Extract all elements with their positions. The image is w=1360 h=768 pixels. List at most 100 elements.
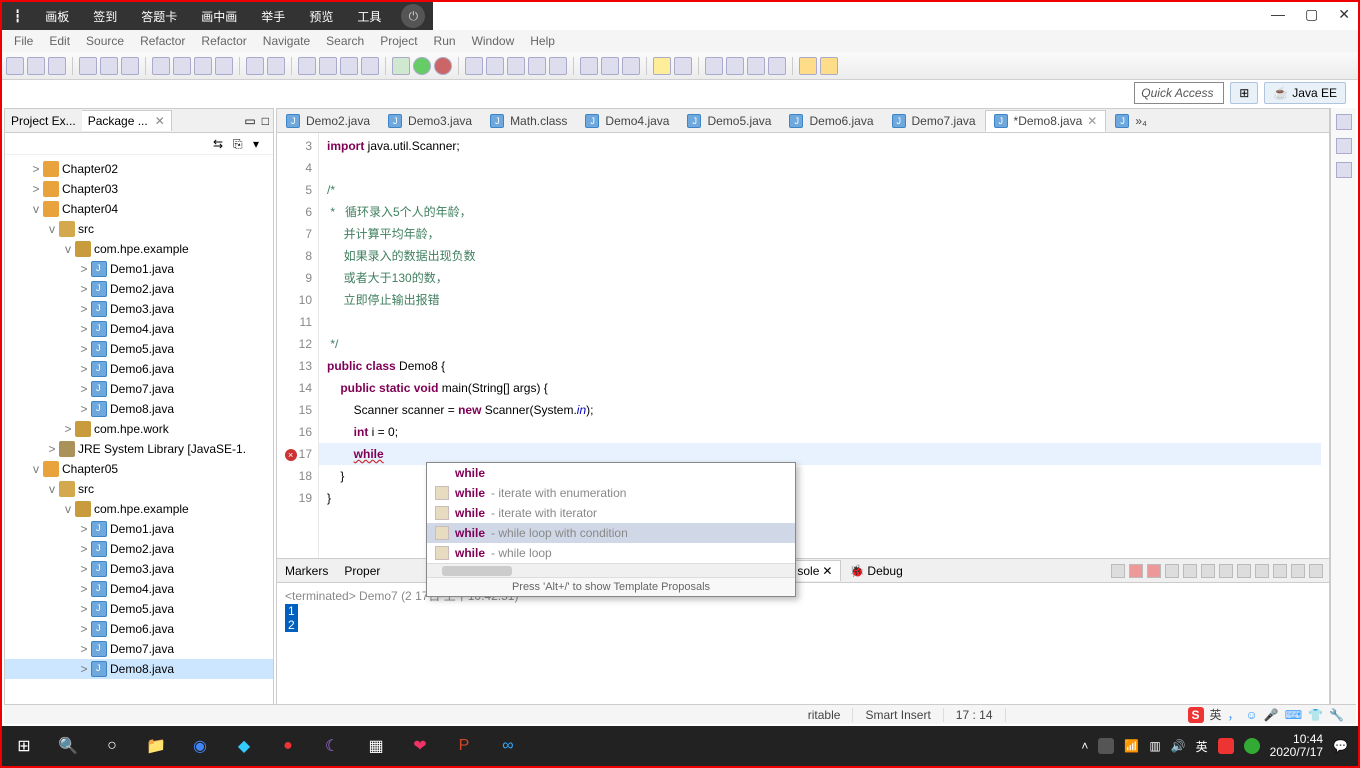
overlay-preview[interactable]: 预览: [297, 8, 345, 25]
toolbar-icon[interactable]: [340, 57, 358, 75]
autocomplete-item[interactable]: while - while loop with condition: [427, 523, 795, 543]
toolbar-icon[interactable]: [705, 57, 723, 75]
strip-icon[interactable]: [1336, 162, 1352, 178]
project-explorer-tab[interactable]: Project Ex...: [5, 111, 82, 131]
record-icon[interactable]: ●: [266, 726, 310, 766]
tree-item[interactable]: >Demo3.java: [5, 559, 273, 579]
app-icon[interactable]: ∞: [486, 726, 530, 766]
console-tab[interactable]: sole ✕: [788, 560, 841, 581]
menu-help[interactable]: Help: [522, 32, 563, 50]
editor-tab[interactable]: Math.class: [481, 110, 576, 132]
tree-item[interactable]: >Demo2.java: [5, 539, 273, 559]
markers-tab[interactable]: Markers: [277, 561, 336, 581]
tray-ime-label[interactable]: 英: [1196, 738, 1208, 755]
tree-item[interactable]: vcom.hpe.example: [5, 239, 273, 259]
console-action-icon[interactable]: [1273, 564, 1287, 578]
tree-item[interactable]: >Demo4.java: [5, 319, 273, 339]
back-icon[interactable]: [799, 57, 817, 75]
tree-item[interactable]: >Chapter03: [5, 179, 273, 199]
toolbar-icon[interactable]: [298, 57, 316, 75]
overlay-raise-hand[interactable]: 举手: [249, 8, 297, 25]
editor-tab[interactable]: *Demo8.java✕: [985, 110, 1107, 132]
eclipse-icon[interactable]: ☾: [310, 726, 354, 766]
package-explorer-tab[interactable]: Package ... ✕: [82, 110, 172, 131]
tree-item[interactable]: >Demo1.java: [5, 259, 273, 279]
console-action-icon[interactable]: [1201, 564, 1215, 578]
tree-item[interactable]: >Chapter02: [5, 159, 273, 179]
save-all-icon[interactable]: [48, 57, 66, 75]
remove-all-icon[interactable]: [1147, 564, 1161, 578]
menu-window[interactable]: Window: [464, 32, 523, 50]
debug-tab[interactable]: 🐞Debug: [841, 561, 910, 581]
run-icon[interactable]: [413, 57, 431, 75]
toolbar-icon[interactable]: [246, 57, 264, 75]
ime-emoji-icon[interactable]: ☺: [1246, 708, 1258, 722]
search-icon[interactable]: [653, 57, 671, 75]
chrome-icon[interactable]: ◉: [178, 726, 222, 766]
tray-chevron-icon[interactable]: ˄: [1081, 739, 1088, 753]
editor-tab[interactable]: »₄: [1106, 110, 1156, 132]
ime-skin-icon[interactable]: 👕: [1308, 708, 1323, 722]
debug-icon[interactable]: [392, 57, 410, 75]
toolbar-icon[interactable]: [121, 57, 139, 75]
tree-item[interactable]: >Demo7.java: [5, 379, 273, 399]
toolbar-icon[interactable]: [194, 57, 212, 75]
tree-item[interactable]: >JRE System Library [JavaSE-1.: [5, 439, 273, 459]
run-ext-icon[interactable]: [434, 57, 452, 75]
forward-icon[interactable]: [820, 57, 838, 75]
tree-item[interactable]: >Demo8.java: [5, 659, 273, 679]
overlay-pip[interactable]: 画中画: [189, 8, 249, 25]
search-icon[interactable]: 🔍: [46, 726, 90, 766]
app-icon[interactable]: ▦: [354, 726, 398, 766]
tree-item[interactable]: vChapter04: [5, 199, 273, 219]
console-action-icon[interactable]: [1255, 564, 1269, 578]
toolbar-icon[interactable]: [465, 57, 483, 75]
close-button[interactable]: ✕: [1338, 6, 1350, 23]
menu-edit[interactable]: Edit: [41, 32, 78, 50]
tree-item[interactable]: >Demo1.java: [5, 519, 273, 539]
ime-icon[interactable]: S: [1188, 707, 1204, 723]
editor-tab[interactable]: Demo5.java: [678, 110, 780, 132]
package-tree[interactable]: >Chapter02>Chapter03vChapter04vsrcvcom.h…: [5, 155, 273, 723]
tray-volume-icon[interactable]: 🔊: [1171, 739, 1186, 753]
open-perspective-button[interactable]: ⊞: [1230, 82, 1258, 104]
maximize-view-icon[interactable]: □: [262, 114, 269, 128]
tree-item[interactable]: >Demo7.java: [5, 639, 273, 659]
console-action-icon[interactable]: [1219, 564, 1233, 578]
view-menu-icon[interactable]: ▾: [253, 137, 267, 151]
toolbar-icon[interactable]: [361, 57, 379, 75]
overlay-board[interactable]: 画板: [33, 8, 81, 25]
app-icon[interactable]: ❤: [398, 726, 442, 766]
cortana-icon[interactable]: ○: [90, 726, 134, 766]
toolbar-icon[interactable]: [507, 57, 525, 75]
tray-360-icon[interactable]: [1244, 738, 1260, 754]
outline-icon[interactable]: [1336, 114, 1352, 130]
toolbar-icon[interactable]: [726, 57, 744, 75]
editor-tab[interactable]: Demo6.java: [780, 110, 882, 132]
toolbar-icon[interactable]: [100, 57, 118, 75]
editor-tab[interactable]: Demo3.java: [379, 110, 481, 132]
toolbar-icon[interactable]: [215, 57, 233, 75]
toolbar-icon[interactable]: [79, 57, 97, 75]
overlay-signin[interactable]: 签到: [81, 8, 129, 25]
link-with-editor-icon[interactable]: ⎘: [233, 137, 247, 151]
tree-item[interactable]: vcom.hpe.example: [5, 499, 273, 519]
overlay-tools[interactable]: 工具: [345, 8, 393, 25]
remove-launch-icon[interactable]: [1129, 564, 1143, 578]
tree-item[interactable]: >Demo6.java: [5, 619, 273, 639]
tree-item[interactable]: vChapter05: [5, 459, 273, 479]
collapse-all-icon[interactable]: ⇆: [213, 137, 227, 151]
console-action-icon[interactable]: [1237, 564, 1251, 578]
overlay-handle[interactable]: ┇: [2, 9, 33, 23]
overlay-power-icon[interactable]: ⏻: [401, 4, 425, 28]
toolbar-icon[interactable]: [152, 57, 170, 75]
ime-punct-icon[interactable]: ，: [1228, 706, 1240, 723]
toolbar-icon[interactable]: [747, 57, 765, 75]
menu-refactor[interactable]: Refactor: [132, 32, 193, 50]
console-action-icon[interactable]: [1111, 564, 1125, 578]
tree-item[interactable]: >Demo5.java: [5, 599, 273, 619]
tree-item[interactable]: vsrc: [5, 219, 273, 239]
explorer-icon[interactable]: 📁: [134, 726, 178, 766]
minimize-view-icon[interactable]: ▭: [244, 114, 255, 128]
notifications-icon[interactable]: 💬: [1333, 739, 1348, 753]
